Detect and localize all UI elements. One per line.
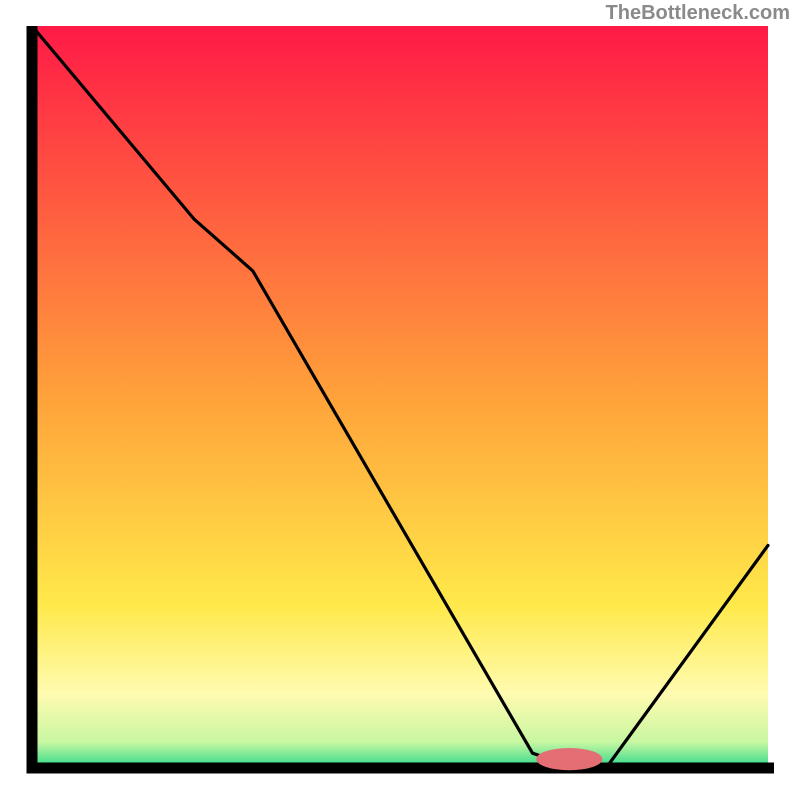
bottleneck-chart <box>26 26 774 774</box>
plot-gradient-background <box>32 26 768 768</box>
chart-frame <box>26 26 774 774</box>
watermark-text: TheBottleneck.com <box>606 2 790 25</box>
optimal-marker <box>536 748 602 770</box>
